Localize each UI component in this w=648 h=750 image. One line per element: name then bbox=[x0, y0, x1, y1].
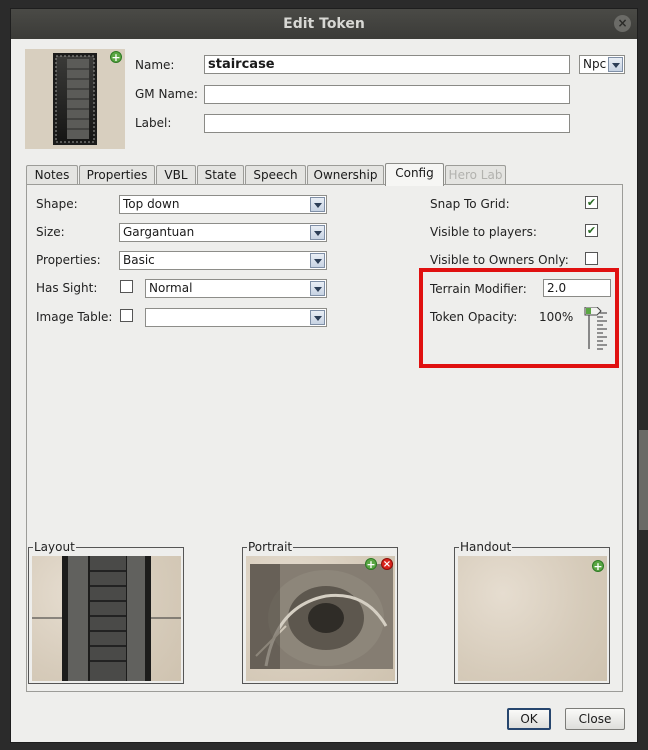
chevron-down-icon[interactable] bbox=[310, 281, 325, 296]
snap-to-grid-label: Snap To Grid: bbox=[430, 197, 510, 211]
handout-image-group: Handout + bbox=[454, 540, 610, 684]
gm-name-label: GM Name: bbox=[135, 87, 198, 101]
portrait-area bbox=[246, 556, 395, 681]
portrait-image-group: Portrait + × bbox=[242, 540, 398, 684]
tab-vbl[interactable]: VBL bbox=[156, 165, 196, 185]
handout-image[interactable] bbox=[458, 556, 607, 681]
image-table-checkbox[interactable] bbox=[120, 309, 133, 322]
size-label: Size: bbox=[36, 225, 65, 239]
remove-portrait-icon[interactable]: × bbox=[381, 558, 393, 570]
token-type-select[interactable]: Npc bbox=[579, 55, 625, 74]
token-type-value: Npc bbox=[583, 57, 607, 71]
tab-config[interactable]: Config bbox=[385, 163, 444, 186]
label-label: Label: bbox=[135, 116, 172, 130]
layout-staircase-graphic bbox=[32, 556, 181, 681]
add-handout-icon[interactable]: + bbox=[592, 560, 604, 573]
dialog-title: Edit Token bbox=[283, 16, 365, 32]
chevron-down-icon[interactable] bbox=[310, 253, 325, 268]
portrait-title: Portrait bbox=[247, 540, 294, 554]
sight-type-select[interactable]: Normal bbox=[145, 279, 327, 298]
tab-ownership[interactable]: Ownership bbox=[307, 165, 384, 185]
handout-title: Handout bbox=[459, 540, 513, 554]
image-table-label: Image Table: bbox=[36, 310, 113, 324]
visible-to-players-label: Visible to players: bbox=[430, 225, 537, 239]
shape-label: Shape: bbox=[36, 197, 78, 211]
chevron-down-icon[interactable] bbox=[310, 310, 325, 325]
ok-button[interactable]: OK bbox=[507, 708, 551, 730]
portrait-staircase-graphic[interactable] bbox=[246, 556, 395, 681]
layout-image-group: Layout bbox=[28, 540, 184, 684]
tab-hero-lab: Hero Lab bbox=[445, 165, 506, 185]
sight-type-value: Normal bbox=[149, 281, 193, 295]
properties-select[interactable]: Basic bbox=[119, 251, 327, 270]
layout-image[interactable] bbox=[32, 556, 181, 681]
chevron-down-icon[interactable] bbox=[310, 197, 325, 212]
add-portrait-icon[interactable]: + bbox=[365, 558, 377, 571]
size-select[interactable]: Gargantuan bbox=[119, 223, 327, 242]
title-bar: Edit Token × bbox=[11, 9, 637, 39]
highlight-box bbox=[419, 268, 619, 368]
visible-to-players-checkbox[interactable]: ✔ bbox=[585, 224, 598, 237]
has-sight-label: Has Sight: bbox=[36, 281, 98, 295]
properties-label: Properties: bbox=[36, 253, 101, 267]
close-window-icon[interactable]: × bbox=[614, 15, 631, 32]
image-table-select[interactable] bbox=[145, 308, 327, 327]
tab-speech[interactable]: Speech bbox=[245, 165, 306, 185]
shape-value: Top down bbox=[123, 197, 180, 211]
tab-state[interactable]: State bbox=[197, 165, 244, 185]
properties-value: Basic bbox=[123, 253, 155, 267]
layout-title: Layout bbox=[33, 540, 76, 554]
visible-to-owners-checkbox[interactable] bbox=[585, 252, 598, 265]
label-input[interactable] bbox=[204, 114, 570, 133]
edit-token-dialog: Edit Token × + Name: staircase Npc GM Na… bbox=[10, 8, 638, 743]
tab-notes[interactable]: Notes bbox=[26, 165, 78, 185]
tab-properties[interactable]: Properties bbox=[79, 165, 155, 185]
background-window-edge bbox=[639, 430, 648, 530]
staircase-token-graphic bbox=[25, 49, 125, 149]
chevron-down-icon[interactable] bbox=[608, 57, 623, 72]
chevron-down-icon[interactable] bbox=[310, 225, 325, 240]
gm-name-input[interactable] bbox=[204, 85, 570, 104]
has-sight-checkbox[interactable] bbox=[120, 280, 133, 293]
name-input[interactable]: staircase bbox=[204, 55, 570, 74]
shape-select[interactable]: Top down bbox=[119, 195, 327, 214]
token-image[interactable] bbox=[25, 49, 125, 149]
snap-to-grid-checkbox[interactable]: ✔ bbox=[585, 196, 598, 209]
visible-to-owners-label: Visible to Owners Only: bbox=[430, 253, 569, 267]
name-label: Name: bbox=[135, 58, 175, 72]
close-button[interactable]: Close bbox=[565, 708, 625, 730]
add-token-image-icon[interactable]: + bbox=[110, 51, 122, 64]
size-value: Gargantuan bbox=[123, 225, 195, 239]
